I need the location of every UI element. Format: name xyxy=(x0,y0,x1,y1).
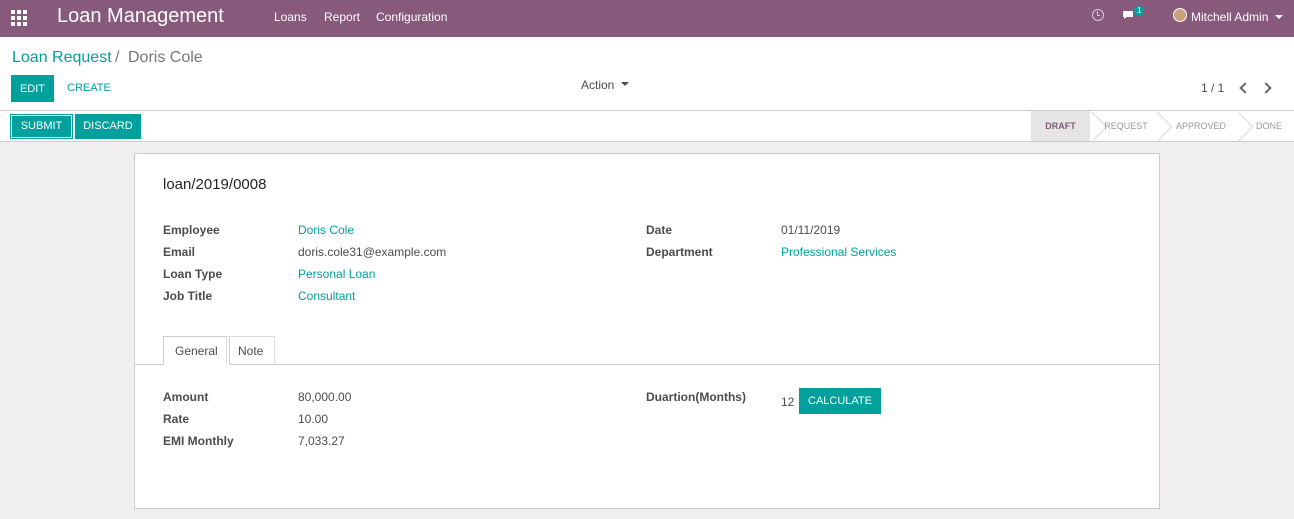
pager-previous-icon[interactable] xyxy=(1239,82,1251,94)
job-title-label: Job Title xyxy=(163,289,213,303)
department-value[interactable]: Professional Services xyxy=(781,245,896,259)
loan-reference: loan/2019/0008 xyxy=(163,176,267,193)
stage-done[interactable]: DONE xyxy=(1248,111,1290,141)
breadcrumb-parent[interactable]: Loan Request xyxy=(12,49,112,67)
employee-value[interactable]: Doris Cole xyxy=(298,223,354,237)
pager-value[interactable]: 1 / 1 xyxy=(1201,81,1224,95)
tab-general[interactable]: General xyxy=(163,336,230,365)
app-title[interactable]: Loan Management xyxy=(57,5,224,28)
tabs-divider xyxy=(135,364,1159,365)
activity-clock-icon[interactable] xyxy=(1092,9,1104,21)
loan-type-value[interactable]: Personal Loan xyxy=(298,267,375,281)
menu-configuration[interactable]: Configuration xyxy=(376,10,447,24)
email-value: doris.cole31@example.com xyxy=(298,245,447,259)
apps-grid-icon[interactable] xyxy=(11,10,27,26)
duration-value: 12 xyxy=(781,395,795,409)
action-caret-icon[interactable] xyxy=(621,82,629,86)
emi-monthly-label: EMI Monthly xyxy=(163,434,234,448)
create-button[interactable]: CREATE xyxy=(67,82,111,94)
edit-button[interactable]: EDIT xyxy=(11,75,54,102)
action-dropdown[interactable]: Action xyxy=(581,78,614,92)
tab-note[interactable]: Note xyxy=(226,336,276,365)
emi-monthly-value: 7,033.27 xyxy=(298,434,345,448)
date-value: 01/11/2019 xyxy=(781,223,841,237)
submit-button[interactable]: SUBMIT xyxy=(10,114,73,139)
control-panel: Loan Request / Doris Cole EDIT CREATE Ac… xyxy=(0,37,1294,111)
breadcrumb-current: Doris Cole xyxy=(128,49,203,66)
avatar[interactable] xyxy=(1173,8,1187,22)
rate-value: 10.00 xyxy=(298,412,329,426)
form-sheet: loan/2019/0008 Employee Doris Cole Email… xyxy=(134,153,1160,509)
menu-report[interactable]: Report xyxy=(324,10,360,24)
user-menu[interactable]: Mitchell Admin xyxy=(1191,10,1268,24)
breadcrumb-separator: / xyxy=(115,49,120,66)
email-label: Email xyxy=(163,245,196,259)
menu-loans[interactable]: Loans xyxy=(274,10,307,24)
amount-label: Amount xyxy=(163,390,209,404)
rate-label: Rate xyxy=(163,412,190,426)
form-statusbar: SUBMIT DISCARD DRAFT REQUEST APPROVED DO… xyxy=(0,111,1294,142)
job-title-value[interactable]: Consultant xyxy=(298,289,355,303)
user-dropdown-caret-icon[interactable] xyxy=(1275,15,1283,19)
date-label: Date xyxy=(646,223,673,237)
loan-type-label: Loan Type xyxy=(163,267,223,281)
chat-icon[interactable] xyxy=(1122,10,1134,20)
employee-label: Employee xyxy=(163,223,220,237)
duration-label: Duartion(Months) xyxy=(646,390,746,404)
top-navbar: Loan Management Loans Report Configurati… xyxy=(0,0,1294,37)
amount-value: 80,000.00 xyxy=(298,390,352,404)
calculate-button[interactable]: CALCULATE xyxy=(799,388,881,414)
discard-button[interactable]: DISCARD xyxy=(75,114,141,139)
department-label: Department xyxy=(646,245,713,259)
pager-next-icon[interactable] xyxy=(1260,82,1272,94)
chat-count-badge: 1 xyxy=(1134,6,1145,16)
